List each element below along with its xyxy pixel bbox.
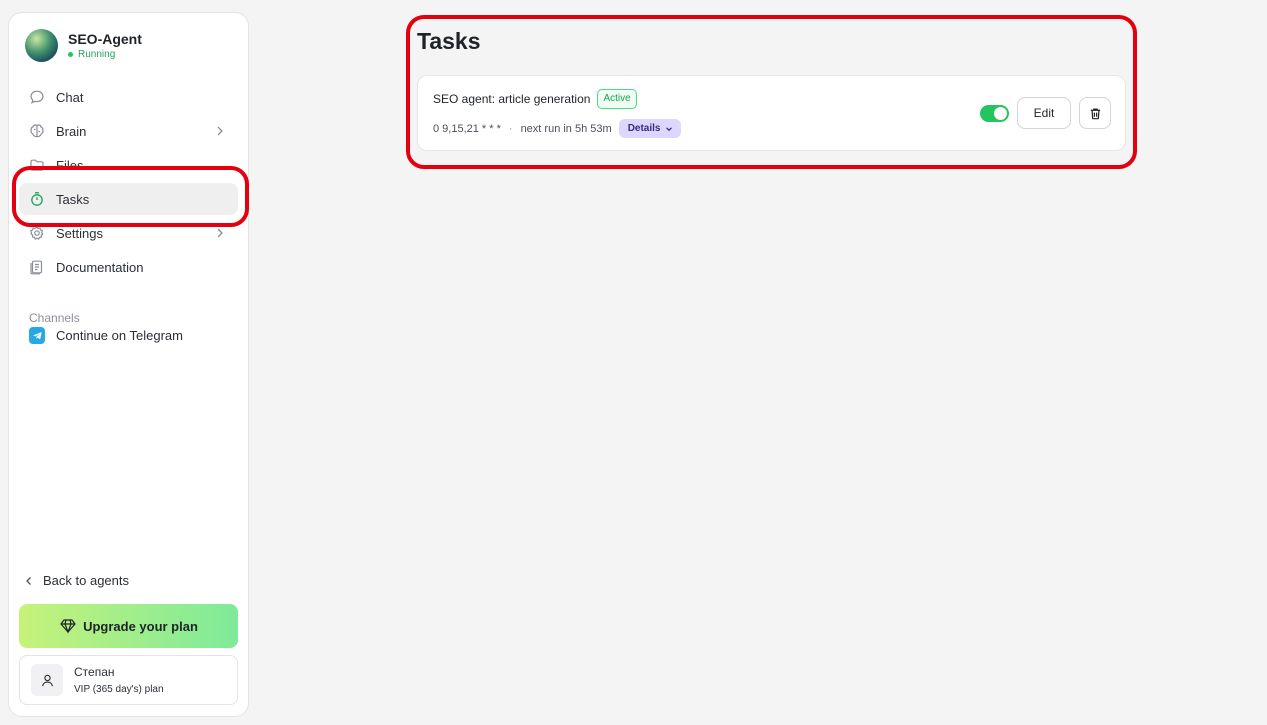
task-schedule: 0 9,15,21 * * *	[433, 122, 501, 135]
task-card: SEO agent: article generation Active 0 9…	[417, 75, 1126, 151]
task-title: SEO agent: article generation	[433, 92, 591, 106]
sidebar-item-label: Files	[56, 157, 84, 173]
task-next-run: next run in 5h 53m	[520, 122, 612, 135]
agent-status-label: Running	[78, 49, 116, 60]
sidebar-item-tasks[interactable]: Tasks	[19, 183, 238, 215]
details-label: Details	[627, 123, 661, 134]
chat-bubble-icon	[29, 89, 45, 105]
chevron-right-icon	[214, 226, 226, 240]
document-icon	[29, 259, 45, 275]
sidebar-item-files[interactable]: Files	[19, 149, 238, 181]
sidebar-item-label: Tasks	[56, 191, 90, 207]
trash-icon	[1090, 107, 1100, 119]
telegram-channel-link[interactable]: Continue on Telegram	[19, 319, 238, 351]
user-icon	[41, 674, 53, 686]
edit-task-button[interactable]: Edit	[1017, 97, 1071, 129]
folder-icon	[29, 157, 45, 173]
meta-separator: ·	[508, 122, 513, 135]
back-to-agents-link[interactable]: Back to agents	[23, 573, 129, 588]
agent-avatar	[25, 29, 58, 62]
sidebar-nav: Chat Brain Files Tasks Settings Document…	[19, 81, 238, 285]
toggle-knob	[994, 107, 1007, 120]
chevron-right-icon	[214, 124, 226, 138]
details-toggle-button[interactable]: Details	[618, 119, 682, 138]
timer-icon	[29, 191, 45, 207]
user-profile-card[interactable]: Степан VIP (365 day's) plan	[19, 655, 238, 705]
sidebar-item-documentation[interactable]: Documentation	[19, 251, 238, 283]
status-dot-icon	[68, 52, 73, 57]
sidebar-item-label: Chat	[56, 89, 84, 105]
diamond-icon	[59, 617, 77, 635]
user-name: Степан	[74, 665, 115, 679]
sidebar-item-label: Settings	[56, 225, 103, 241]
gear-icon	[29, 225, 45, 241]
sidebar: SEO-Agent Running Chat Brain Files Tasks…	[8, 12, 249, 717]
upgrade-plan-label: Upgrade your plan	[83, 618, 198, 634]
sidebar-item-brain[interactable]: Brain	[19, 115, 238, 147]
back-to-agents-label: Back to agents	[43, 573, 129, 588]
user-avatar	[31, 664, 63, 696]
user-plan: VIP (365 day's) plan	[74, 684, 164, 695]
telegram-icon	[29, 327, 45, 344]
agent-status: Running	[68, 49, 142, 60]
telegram-label: Continue on Telegram	[56, 327, 183, 343]
sidebar-item-settings[interactable]: Settings	[19, 217, 238, 249]
page-title: Tasks	[417, 28, 481, 54]
upgrade-plan-button[interactable]: Upgrade your plan	[19, 604, 238, 648]
delete-task-button[interactable]	[1079, 97, 1111, 129]
brain-icon	[29, 123, 45, 139]
chevron-down-icon	[664, 124, 674, 134]
sidebar-item-label: Documentation	[56, 259, 144, 275]
sidebar-item-chat[interactable]: Chat	[19, 81, 238, 113]
task-enabled-toggle[interactable]	[980, 105, 1009, 122]
status-badge: Active	[597, 89, 637, 109]
sidebar-item-label: Brain	[56, 123, 87, 139]
agent-header[interactable]: SEO-Agent Running	[25, 29, 142, 62]
agent-name: SEO-Agent	[68, 31, 142, 47]
chevron-left-icon	[23, 575, 35, 587]
